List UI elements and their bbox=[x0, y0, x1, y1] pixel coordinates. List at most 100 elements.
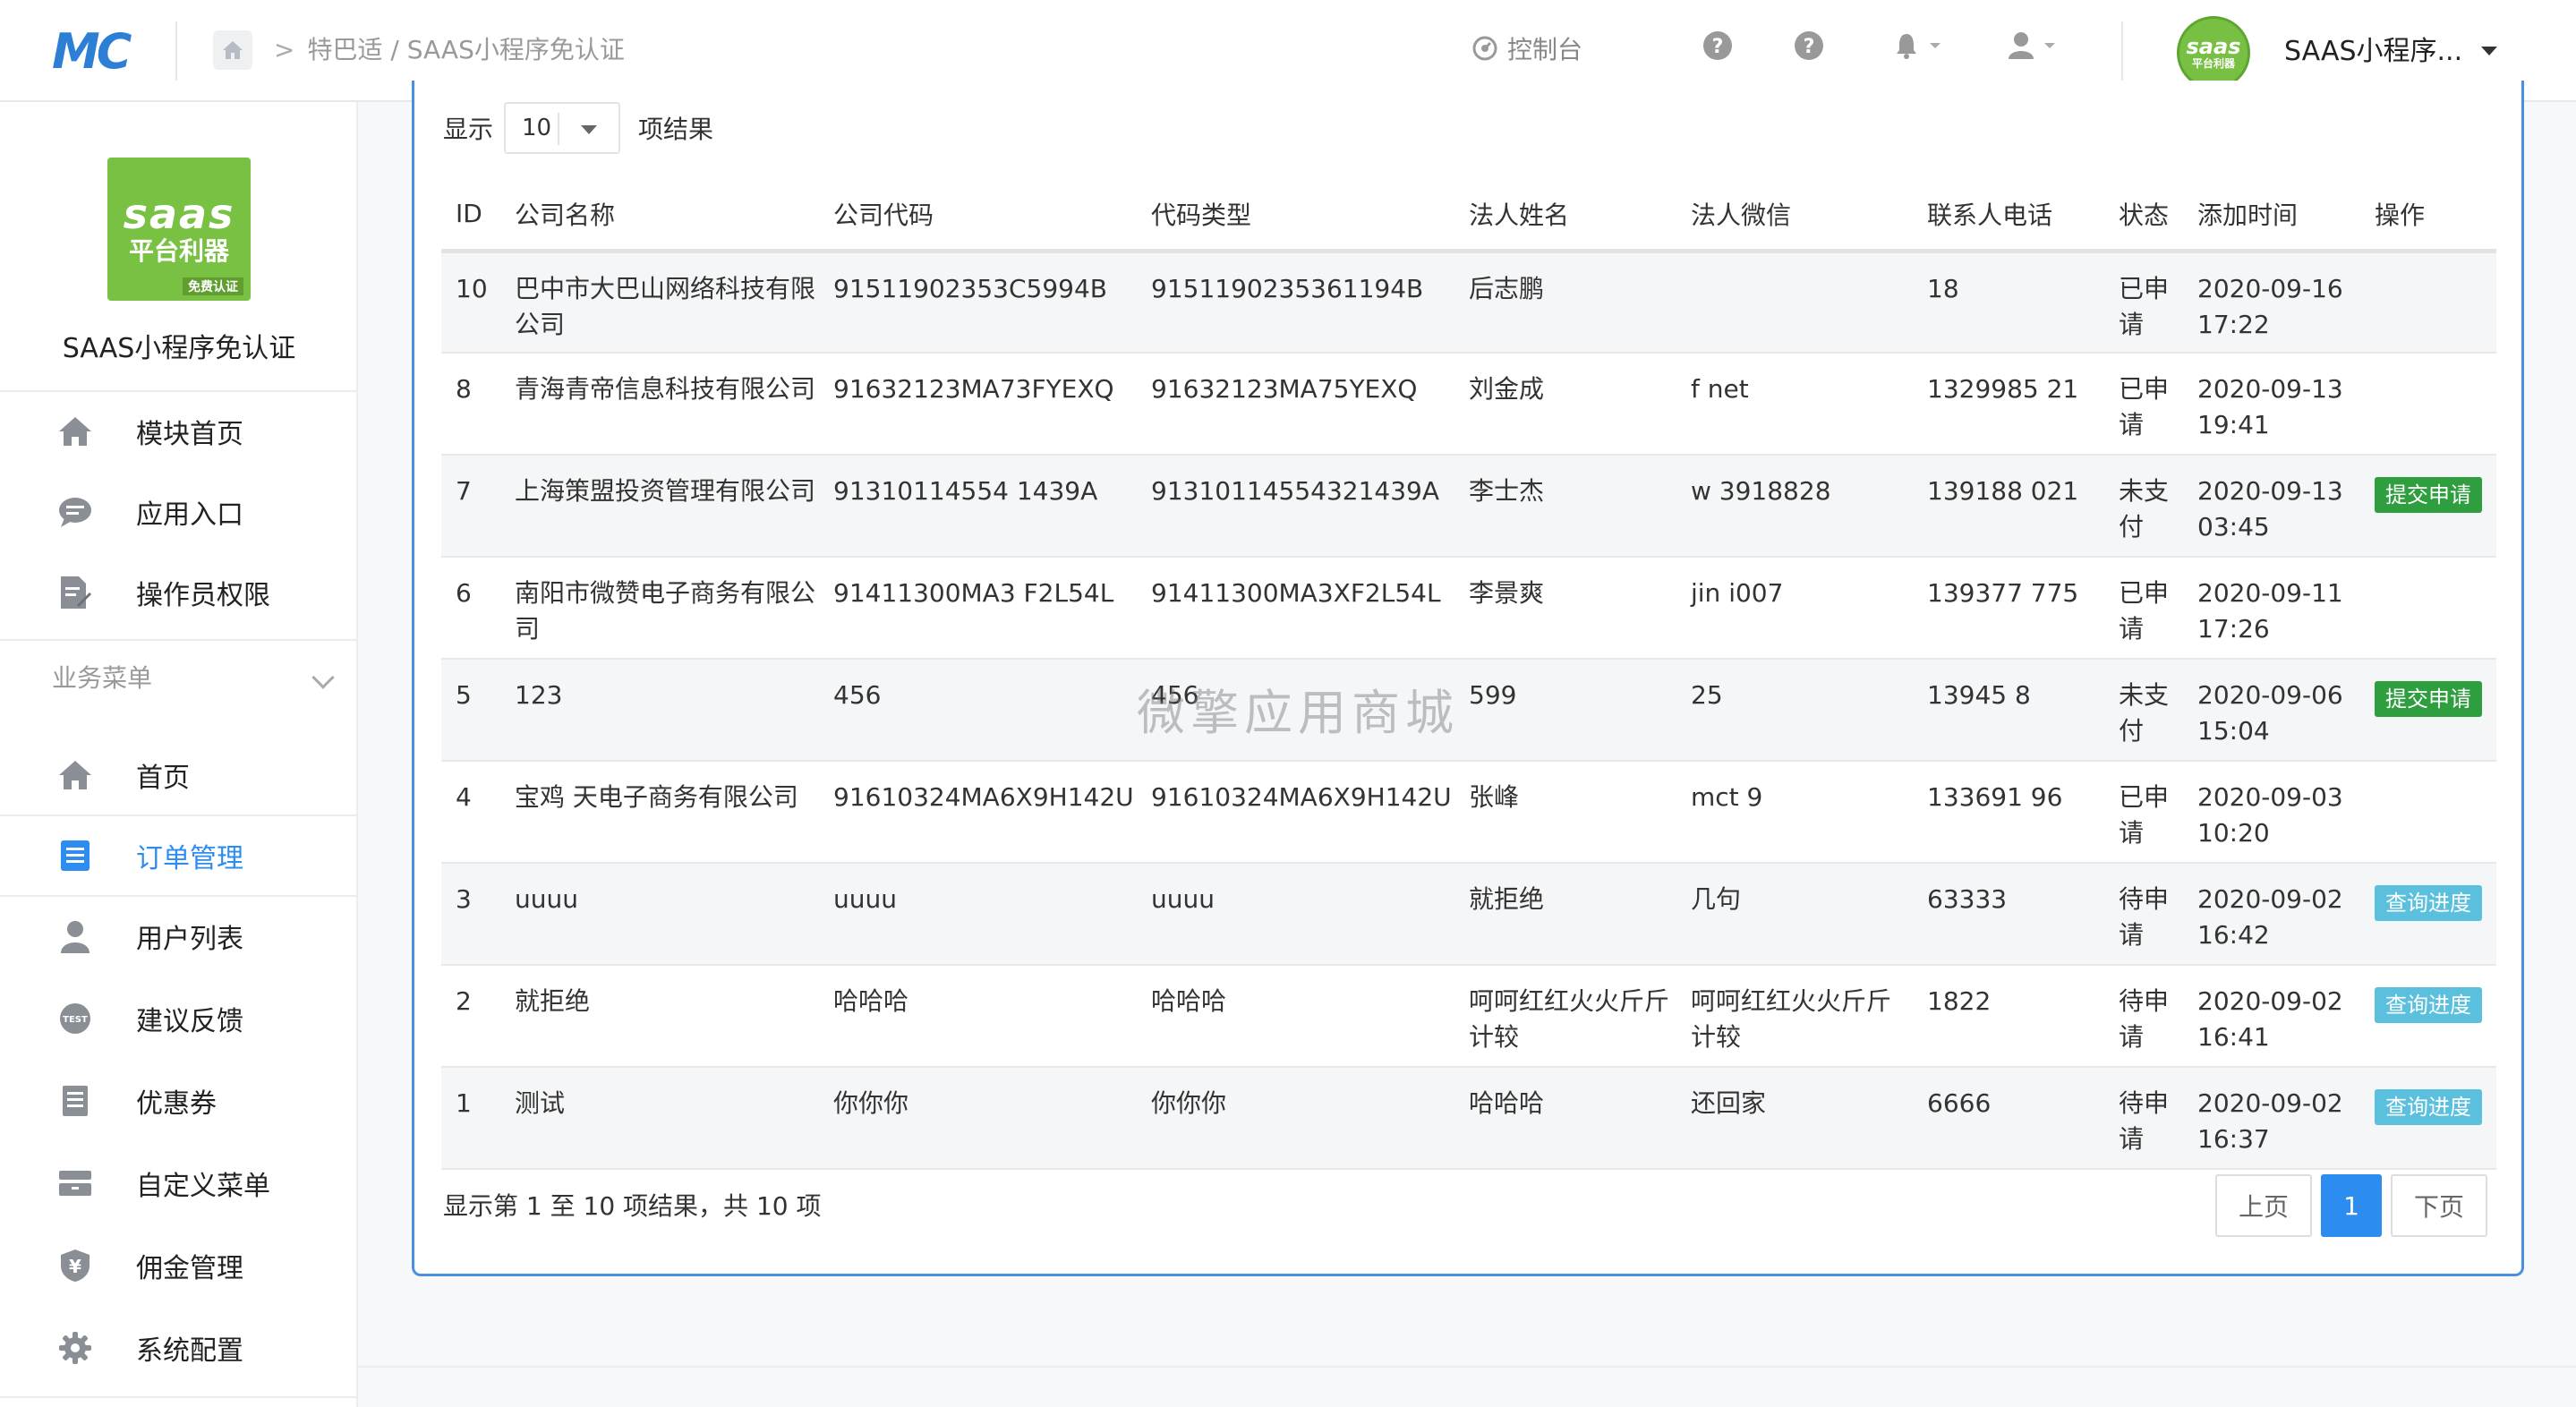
console-link[interactable]: 控制台 bbox=[1471, 30, 1582, 66]
column-header-company-name[interactable]: 公司名称 bbox=[500, 179, 819, 253]
cell-status: 已申请 bbox=[2104, 353, 2183, 456]
column-header-code-type[interactable]: 代码类型 bbox=[1137, 179, 1454, 253]
column-header-actions: 操作 bbox=[2360, 179, 2496, 253]
cell-contact-phone: 6666 bbox=[1913, 1067, 2104, 1170]
cell-added-time: 2020-09-02 16:37 bbox=[2183, 1067, 2360, 1170]
cell-code-type: 91610324MA6X9H142U bbox=[1137, 761, 1454, 864]
table-row: 7 上海策盟投资管理有限公司 91310114554 1439A 9131011455… bbox=[441, 455, 2496, 558]
sidebar-item-label: 优惠券 bbox=[136, 1088, 217, 1120]
sidebar-item-label: 应用入口 bbox=[136, 499, 243, 531]
home-icon bbox=[55, 412, 95, 451]
page-length-value: 10 bbox=[522, 115, 552, 141]
column-header-added-time[interactable]: 添加时间 bbox=[2183, 179, 2360, 253]
app-logo[interactable]: MC bbox=[52, 27, 141, 77]
sidebar-item-commission[interactable]: ¥ 佣金管理 bbox=[0, 1230, 358, 1301]
help-icon[interactable]: ? bbox=[1702, 30, 1733, 61]
help-icon[interactable]: ? bbox=[1794, 30, 1824, 61]
sidebar-item-system-config[interactable]: 系统配置 bbox=[0, 1312, 358, 1384]
sidebar-item-operator-permissions[interactable]: 操作员权限 bbox=[0, 557, 358, 628]
sidebar-item-custom-menu[interactable]: 自定义菜单 bbox=[0, 1147, 358, 1219]
cell-added-time: 2020-09-03 10:20 bbox=[2183, 761, 2360, 864]
result-suffix-label: 项结果 bbox=[638, 115, 714, 144]
cell-legal-wechat: 呵呵红红火火斤斤计较 bbox=[1676, 965, 1913, 1068]
query-progress-button[interactable]: 查询进度 bbox=[2375, 1089, 2482, 1125]
sidebar-item-feedback[interactable]: TEST 建议反馈 bbox=[0, 983, 358, 1054]
cell-contact-phone: 63333 bbox=[1913, 863, 2104, 966]
brand-logo: saas 平台利器 免费认证 bbox=[107, 158, 251, 301]
cell-legal-name: 刘金成 bbox=[1454, 353, 1676, 456]
caret-down-icon[interactable] bbox=[2481, 47, 2497, 55]
cell-status: 未支付 bbox=[2104, 455, 2183, 558]
cell-status: 待申请 bbox=[2104, 863, 2183, 966]
query-progress-button[interactable]: 查询进度 bbox=[2375, 885, 2482, 921]
column-header-status[interactable]: 状态 bbox=[2104, 179, 2183, 253]
cell-company-code: 456 bbox=[819, 659, 1137, 762]
sidebar-item-label: 模块首页 bbox=[136, 419, 243, 450]
cell-id: 8 bbox=[441, 353, 500, 456]
sidebar-item-orders[interactable]: 订单管理 bbox=[0, 820, 358, 891]
orders-table: ID 公司名称 公司代码 代码类型 法人姓名 法人微信 联系人电话 状态 添加时… bbox=[441, 179, 2496, 1170]
sidebar-item-users[interactable]: 用户列表 bbox=[0, 900, 358, 972]
sidebar-item-app-entry[interactable]: 应用入口 bbox=[0, 476, 358, 548]
svg-text:¥: ¥ bbox=[69, 1256, 81, 1277]
list-icon bbox=[55, 836, 95, 875]
home-icon[interactable] bbox=[213, 30, 252, 70]
table-row: 10 巴中市大巴山网络科技有限公司 91511902353C5994B 9151190… bbox=[441, 251, 2496, 354]
chevron-down-icon[interactable] bbox=[311, 666, 335, 689]
page-length-select[interactable]: 10 bbox=[504, 102, 621, 154]
cell-legal-name: 李士杰 bbox=[1454, 455, 1676, 558]
account-name[interactable]: SAAS小程序... bbox=[2284, 34, 2462, 70]
sidebar-item-home[interactable]: 首页 bbox=[0, 739, 358, 811]
cell-legal-name: 就拒绝 bbox=[1454, 863, 1676, 966]
cell-id: 6 bbox=[441, 557, 500, 660]
column-header-id[interactable]: ID bbox=[441, 179, 500, 253]
cell-legal-name: 呵呵红红火火斤斤计较 bbox=[1454, 965, 1676, 1068]
prev-page-button[interactable]: 上页 bbox=[2214, 1174, 2312, 1237]
column-header-contact-phone[interactable]: 联系人电话 bbox=[1913, 179, 2104, 253]
cell-contact-phone: 139377 775 bbox=[1913, 557, 2104, 660]
query-progress-button[interactable]: 查询进度 bbox=[2375, 987, 2482, 1023]
sidebar-item-label: 订单管理 bbox=[136, 843, 243, 874]
cell-company-name: 就拒绝 bbox=[500, 965, 819, 1068]
table-row: 3 uuuu uuuu uuuu 就拒绝 几句 63333 待申请 2020-09-02 16:… bbox=[441, 863, 2496, 966]
cell-company-name: 巴中市大巴山网络科技有限公司 bbox=[500, 251, 819, 354]
cell-actions: 提交申请 bbox=[2360, 659, 2496, 762]
sidebar-item-label: 自定义菜单 bbox=[136, 1171, 270, 1202]
cell-actions bbox=[2360, 557, 2496, 660]
breadcrumb-text[interactable]: 特巴适 / SAAS小程序免认证 bbox=[307, 35, 624, 64]
cell-added-time: 2020-09-13 03:45 bbox=[2183, 455, 2360, 558]
console-label: 控制台 bbox=[1507, 35, 1583, 64]
brand-name: SAAS小程序免认证 bbox=[62, 333, 296, 364]
cell-actions: 查询进度 bbox=[2360, 1067, 2496, 1170]
cell-status: 待申请 bbox=[2104, 965, 2183, 1068]
page-1-button[interactable]: 1 bbox=[2320, 1174, 2382, 1237]
table-header-row: ID 公司名称 公司代码 代码类型 法人姓名 法人微信 联系人电话 状态 添加时… bbox=[441, 179, 2496, 253]
submit-application-button[interactable]: 提交申请 bbox=[2375, 477, 2482, 513]
user-icon[interactable] bbox=[2009, 30, 2062, 61]
cell-code-type: 9151190235361194B bbox=[1137, 251, 1454, 354]
table-row: 4 宝鸡 天电子商务有限公司 91610324MA6X9H142U 91610324M… bbox=[441, 761, 2496, 864]
cell-legal-wechat: 几句 bbox=[1676, 863, 1913, 966]
cell-legal-name: 哈哈哈 bbox=[1454, 1067, 1676, 1170]
submit-application-button[interactable]: 提交申请 bbox=[2375, 681, 2482, 717]
cell-id: 3 bbox=[441, 863, 500, 966]
table-body: 10 巴中市大巴山网络科技有限公司 91511902353C5994B 9151190… bbox=[441, 251, 2496, 1170]
cell-added-time: 2020-09-13 19:41 bbox=[2183, 353, 2360, 456]
next-page-button[interactable]: 下页 bbox=[2390, 1174, 2487, 1237]
column-header-legal-name[interactable]: 法人姓名 bbox=[1454, 179, 1676, 253]
avatar[interactable]: saas 平台利器 bbox=[2177, 16, 2250, 90]
column-header-legal-wechat[interactable]: 法人微信 bbox=[1676, 179, 1913, 253]
sidebar-item-module-home[interactable]: 模块首页 bbox=[0, 396, 358, 467]
cell-actions bbox=[2360, 353, 2496, 456]
breadcrumb: > 特巴适 / SAAS小程序免认证 bbox=[274, 32, 625, 68]
cell-status: 已申请 bbox=[2104, 761, 2183, 864]
column-header-company-code[interactable]: 公司代码 bbox=[819, 179, 1137, 253]
cell-company-code: 91632123MA73FYEXQ bbox=[819, 353, 1137, 456]
section-title[interactable]: 业务菜单 bbox=[52, 659, 152, 695]
bell-icon[interactable] bbox=[1894, 30, 1948, 61]
cell-id: 2 bbox=[441, 965, 500, 1068]
cell-actions bbox=[2360, 761, 2496, 864]
edit-document-icon bbox=[55, 573, 95, 612]
sidebar-item-coupons[interactable]: 优惠券 bbox=[0, 1065, 358, 1137]
cell-contact-phone: 1329985 21 bbox=[1913, 353, 2104, 456]
